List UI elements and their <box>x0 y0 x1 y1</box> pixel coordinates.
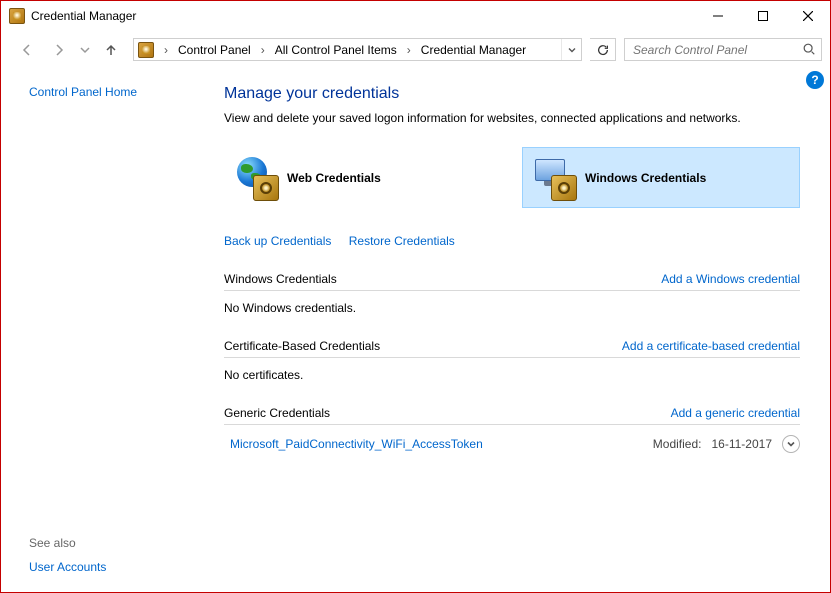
back-button[interactable] <box>13 36 41 64</box>
section-title: Windows Credentials <box>224 272 337 286</box>
generic-credentials-section: Generic Credentials Add a generic creden… <box>224 406 800 455</box>
main-panel: ? Manage your credentials View and delet… <box>206 67 830 592</box>
breadcrumb-item[interactable]: Control Panel <box>174 39 255 60</box>
close-button[interactable] <box>785 2 830 31</box>
recent-dropdown[interactable] <box>77 36 93 64</box>
add-certificate-credential-link[interactable]: Add a certificate-based credential <box>622 339 800 353</box>
add-generic-credential-link[interactable]: Add a generic credential <box>671 406 800 420</box>
section-empty-text: No certificates. <box>224 364 800 384</box>
control-panel-home-link[interactable]: Control Panel Home <box>29 85 206 99</box>
section-title: Generic Credentials <box>224 406 330 420</box>
window-title: Credential Manager <box>31 9 136 23</box>
certificate-credentials-section: Certificate-Based Credentials Add a cert… <box>224 339 800 384</box>
modified-label: Modified: <box>653 437 702 451</box>
web-credentials-tile[interactable]: Web Credentials <box>224 147 502 208</box>
add-windows-credential-link[interactable]: Add a Windows credential <box>661 272 800 286</box>
credential-manager-icon <box>9 8 25 24</box>
section-empty-text: No Windows credentials. <box>224 297 800 317</box>
windows-credentials-tile[interactable]: Windows Credentials <box>522 147 800 208</box>
minimize-button[interactable] <box>695 2 740 31</box>
breadcrumb-item[interactable]: All Control Panel Items <box>271 39 401 60</box>
forward-button[interactable] <box>45 36 73 64</box>
globe-safe-icon <box>235 157 277 199</box>
chevron-right-icon[interactable]: › <box>158 43 174 57</box>
chevron-right-icon[interactable]: › <box>255 43 271 57</box>
search-input[interactable] <box>631 42 815 58</box>
up-button[interactable] <box>97 36 125 64</box>
modified-date: 16-11-2017 <box>712 437 773 451</box>
credential-name[interactable]: Microsoft_PaidConnectivity_WiFi_AccessTo… <box>230 437 483 451</box>
see-also-label: See also <box>29 536 206 550</box>
restore-credentials-link[interactable]: Restore Credentials <box>349 234 455 248</box>
monitor-safe-icon <box>533 157 575 199</box>
chevron-right-icon[interactable]: › <box>401 43 417 57</box>
sidebar: Control Panel Home See also User Account… <box>1 67 206 592</box>
maximize-button[interactable] <box>740 2 785 31</box>
credential-manager-icon <box>138 42 154 58</box>
user-accounts-link[interactable]: User Accounts <box>29 560 206 574</box>
tile-label: Web Credentials <box>287 171 381 185</box>
backup-credentials-link[interactable]: Back up Credentials <box>224 234 331 248</box>
refresh-button[interactable] <box>590 38 616 61</box>
search-box[interactable] <box>624 38 822 61</box>
help-icon[interactable]: ? <box>806 71 824 89</box>
breadcrumb[interactable]: › Control Panel › All Control Panel Item… <box>133 38 582 61</box>
search-icon[interactable] <box>802 42 816 59</box>
section-title: Certificate-Based Credentials <box>224 339 380 353</box>
credential-entry[interactable]: Microsoft_PaidConnectivity_WiFi_AccessTo… <box>224 431 800 455</box>
breadcrumb-item[interactable]: Credential Manager <box>417 39 530 60</box>
titlebar: Credential Manager <box>1 1 830 31</box>
page-heading: Manage your credentials <box>224 85 800 103</box>
tile-label: Windows Credentials <box>585 171 706 185</box>
windows-credentials-section: Windows Credentials Add a Windows creden… <box>224 272 800 317</box>
expand-entry-button[interactable] <box>782 435 800 453</box>
navbar: › Control Panel › All Control Panel Item… <box>1 31 830 67</box>
breadcrumb-history-dropdown[interactable] <box>561 39 581 60</box>
page-description: View and delete your saved logon informa… <box>224 111 800 125</box>
